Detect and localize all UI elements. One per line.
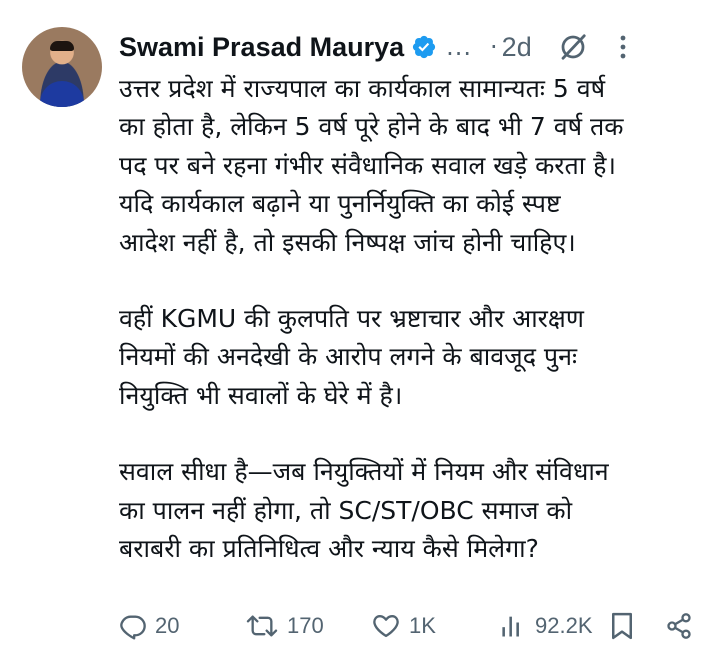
separator: · [490,33,498,61]
tweet-header: Swami Prasad Maurya ... · 2d [119,27,698,67]
author-handle[interactable]: ... [446,33,472,61]
avatar[interactable] [22,27,102,107]
text-line: का होता है, लेकिन 5 वर्ष पूरे होने के बा… [119,112,624,142]
analytics-icon [502,616,519,637]
repost-count: 170 [287,613,324,638]
verified-badge-icon [413,35,436,59]
bookmark-icon [612,612,632,640]
share-button[interactable] [665,612,693,640]
text-line: पद पर बने रहना गंभीर संवैधानिक सवाल खड़े… [119,150,616,180]
reply-button[interactable]: 20 [119,612,179,640]
bookmark-button[interactable] [609,611,635,641]
repost-icon [246,615,278,637]
text-line: यदि कार्यकाल बढ़ाने या पुनर्नियुक्ति का … [119,189,561,219]
text-line: सवाल सीधा है—जब नियुक्तियों में नियम और … [119,457,609,487]
text-line: नियमों की अनदेखी के आरोप लगने के बावजूद … [119,342,578,372]
author-name[interactable]: Swami Prasad Maurya [119,32,404,63]
paragraph-1: उत्तर प्रदेश में राज्यपाल का कार्यकाल सा… [119,70,704,262]
text-line: बराबरी का प्रतिनिधित्व और न्याय कैसे मिल… [119,534,539,564]
views-count: 92.2K [535,613,593,638]
text-line: वहीं KGMU की कुलपति पर भ्रष्टाचार और आरक… [119,304,584,334]
repost-button[interactable]: 170 [245,612,324,640]
reply-icon [120,615,146,640]
like-count: 1K [409,613,436,638]
views-button[interactable]: 92.2K [499,612,593,640]
heart-icon [373,615,399,638]
paragraph-3: सवाल सीधा है—जब नियुक्तियों में नियम और … [119,453,704,568]
reply-count: 20 [155,613,180,638]
text-line: उत्तर प्रदेश में राज्यपाल का कार्यकाल सा… [119,74,606,103]
action-bar: 20 170 1K 92.2K [119,606,698,646]
avatar-shawl [40,81,84,107]
avatar-hair [50,41,74,51]
text-line: आदेश नहीं है, तो इसकी निष्पक्ष जांच होनी… [119,227,576,257]
more-vertical-icon[interactable] [618,33,628,61]
grok-icon[interactable] [558,32,588,62]
paragraph-2: वहीं KGMU की कुलपति पर भ्रष्टाचार और आरक… [119,300,704,415]
text-line: नियुक्ति भी सवालों के घेरे में है। [119,380,403,410]
tweet-text: उत्तर प्रदेश में राज्यपाल का कार्यकाल सा… [119,70,704,568]
like-button[interactable]: 1K [371,612,436,640]
tweet-timestamp[interactable]: 2d [502,32,532,63]
text-line: का पालन नहीं होगा, तो SC/ST/OBC समाज को [119,495,573,525]
share-icon [667,613,691,639]
